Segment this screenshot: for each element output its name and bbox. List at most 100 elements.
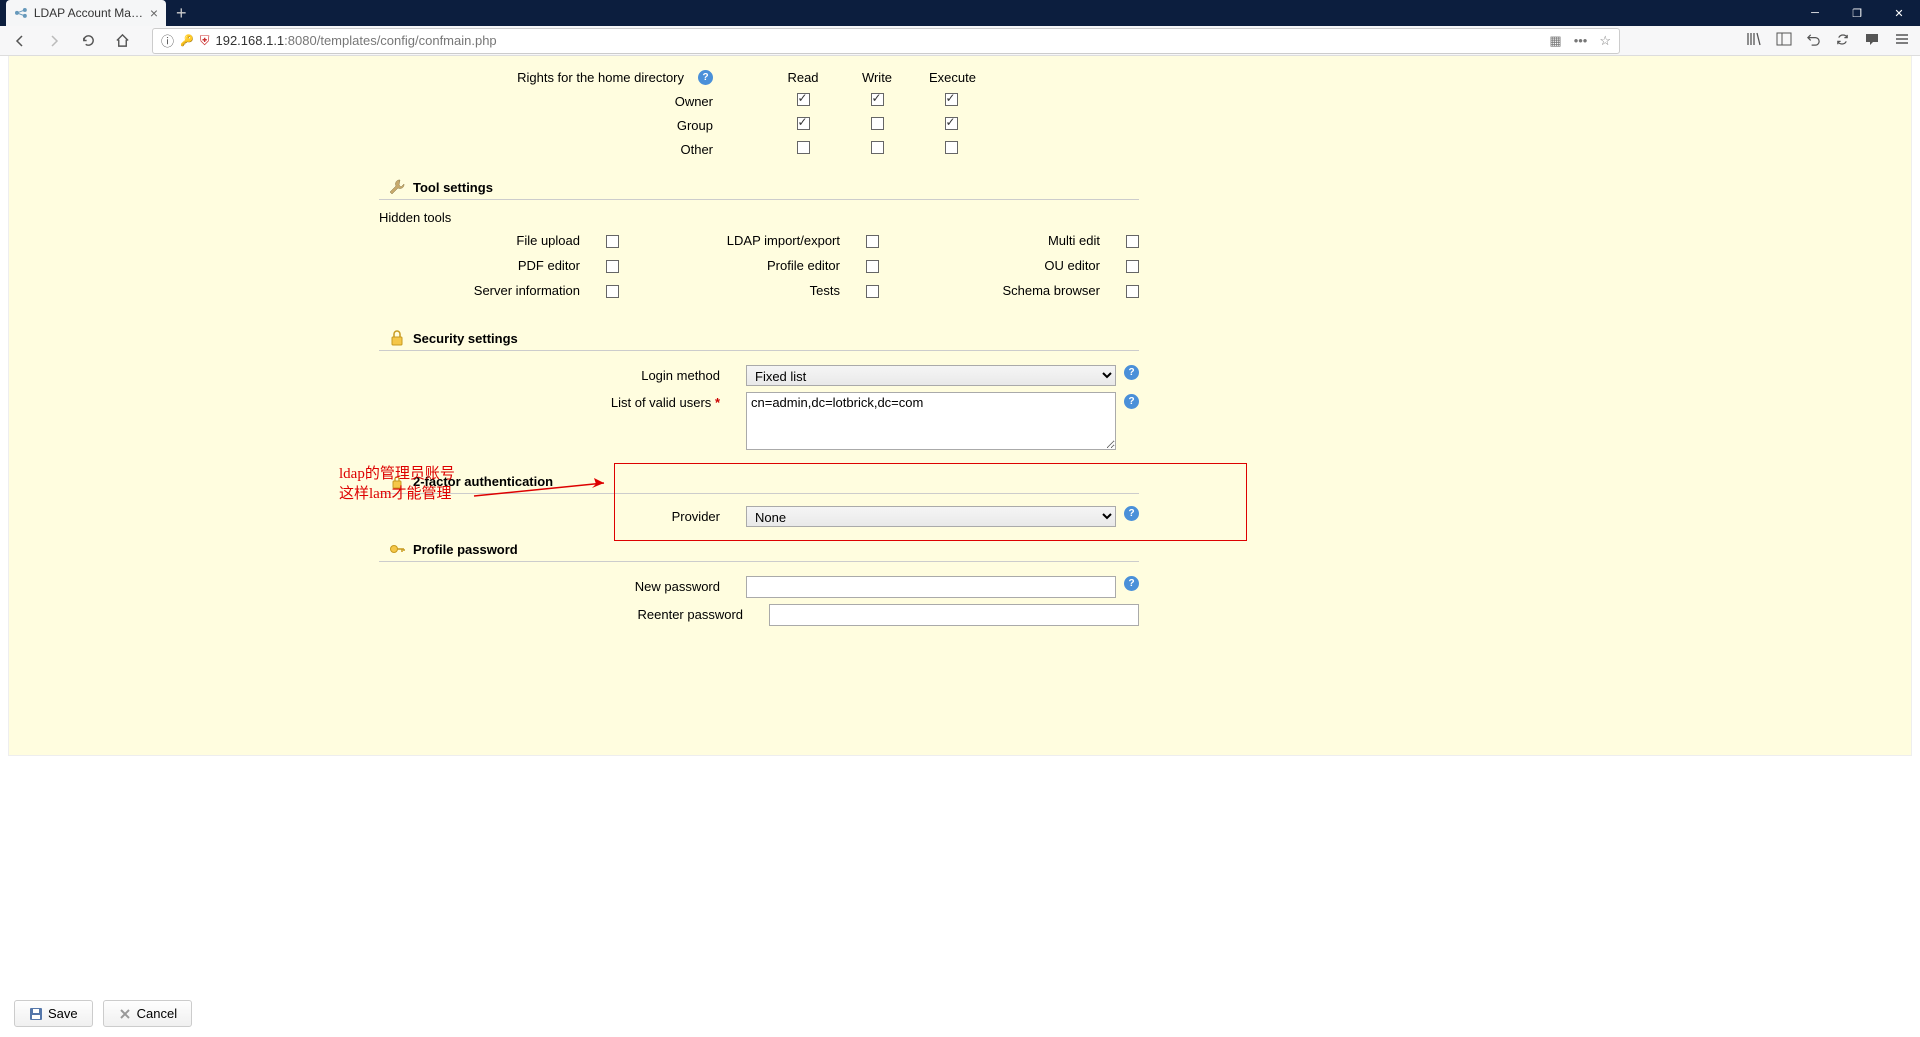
hidden-tool-item: Schema browser bbox=[899, 283, 1139, 298]
provider-select[interactable]: None bbox=[746, 506, 1116, 527]
save-icon bbox=[29, 1007, 43, 1021]
hidden-tool-checkbox[interactable] bbox=[866, 235, 879, 248]
page-viewport[interactable]: Rights for the home directory ? Read Wri… bbox=[0, 56, 1920, 1037]
required-mark: * bbox=[715, 395, 720, 410]
hidden-tool-label: File upload bbox=[379, 233, 580, 248]
minimize-button[interactable]: ─ bbox=[1794, 0, 1836, 26]
close-window-button[interactable]: ✕ bbox=[1878, 0, 1920, 26]
tab-strip: LDAP Account Manager Con × + bbox=[0, 0, 197, 26]
hidden-tool-checkbox[interactable] bbox=[866, 260, 879, 273]
valid-users-textarea[interactable] bbox=[746, 392, 1116, 450]
more-url-icon[interactable]: ••• bbox=[1574, 33, 1588, 48]
hidden-tool-checkbox[interactable] bbox=[1126, 260, 1139, 273]
rights-col-write: Write bbox=[855, 70, 899, 85]
hidden-tool-item: OU editor bbox=[899, 258, 1139, 273]
hidden-tool-item: PDF editor bbox=[379, 258, 619, 273]
reenter-password-input[interactable] bbox=[769, 604, 1139, 626]
hidden-tool-checkbox[interactable] bbox=[606, 235, 619, 248]
section-security-settings: Security settings bbox=[379, 328, 1139, 351]
tab-favicon-icon bbox=[14, 6, 28, 20]
hidden-tool-label: LDAP import/export bbox=[639, 233, 840, 248]
help-icon[interactable]: ? bbox=[1124, 394, 1139, 409]
rights-checkbox[interactable] bbox=[871, 93, 884, 106]
hidden-tool-label: OU editor bbox=[899, 258, 1100, 273]
section-tool-settings: Tool settings bbox=[379, 177, 1139, 200]
rights-checkbox[interactable] bbox=[945, 141, 958, 154]
rights-row-label: Owner bbox=[379, 94, 729, 109]
login-method-row: Login method Fixed list ? bbox=[379, 365, 1139, 386]
rights-row: Group bbox=[379, 117, 1139, 133]
hidden-tool-item: Profile editor bbox=[639, 258, 879, 273]
reenter-password-label: Reenter password bbox=[379, 604, 769, 622]
chat-icon[interactable] bbox=[1864, 31, 1880, 50]
back-button[interactable] bbox=[6, 27, 34, 55]
rights-col-execute: Execute bbox=[929, 70, 973, 85]
bottom-action-bar: Save Cancel bbox=[0, 990, 1920, 1037]
qr-icon[interactable]: ▦ bbox=[1549, 33, 1561, 49]
help-icon[interactable]: ? bbox=[1124, 365, 1139, 380]
help-icon[interactable]: ? bbox=[698, 70, 713, 85]
cancel-icon bbox=[118, 1007, 132, 1021]
rights-checkbox[interactable] bbox=[797, 141, 810, 154]
hidden-tool-checkbox[interactable] bbox=[866, 285, 879, 298]
browser-tab[interactable]: LDAP Account Manager Con × bbox=[6, 0, 166, 26]
hidden-tool-item: Tests bbox=[639, 283, 879, 298]
rights-checkbox[interactable] bbox=[945, 93, 958, 106]
home-button[interactable] bbox=[108, 27, 136, 55]
hidden-tool-item: LDAP import/export bbox=[639, 233, 879, 248]
key-icon bbox=[387, 539, 407, 559]
hidden-tool-checkbox[interactable] bbox=[606, 285, 619, 298]
security-settings-title: Security settings bbox=[413, 331, 518, 346]
help-icon[interactable]: ? bbox=[1124, 506, 1139, 521]
hidden-tool-checkbox[interactable] bbox=[606, 260, 619, 273]
login-method-select[interactable]: Fixed list bbox=[746, 365, 1116, 386]
tool-settings-title: Tool settings bbox=[413, 180, 493, 195]
rights-checkbox[interactable] bbox=[945, 117, 958, 130]
sidebar-icon[interactable] bbox=[1776, 31, 1792, 50]
window-controls: ─ ❐ ✕ bbox=[1794, 0, 1920, 26]
valid-users-label: List of valid users bbox=[611, 395, 711, 410]
rights-checkbox[interactable] bbox=[871, 141, 884, 154]
annotation-arrow-icon bbox=[469, 471, 619, 521]
hidden-tool-checkbox[interactable] bbox=[1126, 285, 1139, 298]
reenter-password-row: Reenter password bbox=[379, 604, 1139, 626]
help-icon[interactable]: ? bbox=[1124, 576, 1139, 591]
section-profile-password: Profile password bbox=[379, 539, 1139, 562]
url-bar[interactable]: ⓘ 🔑 ⛨ 192.168.1.1:8080/templates/config/… bbox=[152, 28, 1620, 54]
shield-slash-icon[interactable]: ⛨ bbox=[200, 33, 210, 49]
rights-row: Owner bbox=[379, 93, 1139, 109]
new-password-row: New password ? bbox=[379, 576, 1139, 598]
key-icon[interactable]: 🔑 bbox=[180, 34, 194, 47]
new-password-input[interactable] bbox=[746, 576, 1116, 598]
rights-checkbox[interactable] bbox=[797, 117, 810, 130]
url-security-icons: ⓘ 🔑 ⛨ bbox=[161, 31, 209, 50]
profile-password-title: Profile password bbox=[413, 542, 518, 557]
menu-icon[interactable] bbox=[1894, 31, 1910, 50]
hidden-tool-label: Schema browser bbox=[899, 283, 1100, 298]
undo-icon[interactable] bbox=[1806, 32, 1821, 50]
info-icon[interactable]: ⓘ bbox=[161, 31, 174, 50]
tab-title: LDAP Account Manager Con bbox=[34, 6, 144, 20]
valid-users-row: List of valid users * ? bbox=[379, 392, 1139, 453]
wrench-icon bbox=[387, 177, 407, 197]
reload-button[interactable] bbox=[74, 27, 102, 55]
hidden-tool-label: Profile editor bbox=[639, 258, 840, 273]
rights-checkbox[interactable] bbox=[871, 117, 884, 130]
browser-toolbar: ⓘ 🔑 ⛨ 192.168.1.1:8080/templates/config/… bbox=[0, 26, 1920, 56]
hidden-tool-label: PDF editor bbox=[379, 258, 580, 273]
hidden-tool-item: Multi edit bbox=[899, 233, 1139, 248]
sync-icon[interactable] bbox=[1835, 32, 1850, 50]
url-text: 192.168.1.1:8080/templates/config/confma… bbox=[215, 33, 496, 48]
tab-close-icon[interactable]: × bbox=[150, 5, 158, 21]
new-tab-button[interactable]: + bbox=[166, 3, 197, 24]
forward-button[interactable] bbox=[40, 27, 68, 55]
bookmark-star-icon[interactable]: ☆ bbox=[1599, 33, 1611, 49]
cancel-button[interactable]: Cancel bbox=[103, 1000, 192, 1027]
library-icon[interactable] bbox=[1746, 31, 1762, 50]
maximize-button[interactable]: ❐ bbox=[1836, 0, 1878, 26]
save-button[interactable]: Save bbox=[14, 1000, 93, 1027]
annotation-text: ldap的管理员账号 这样lam才能管理 bbox=[339, 464, 455, 504]
hidden-tools-label: Hidden tools bbox=[379, 200, 1139, 233]
rights-checkbox[interactable] bbox=[797, 93, 810, 106]
hidden-tool-checkbox[interactable] bbox=[1126, 235, 1139, 248]
